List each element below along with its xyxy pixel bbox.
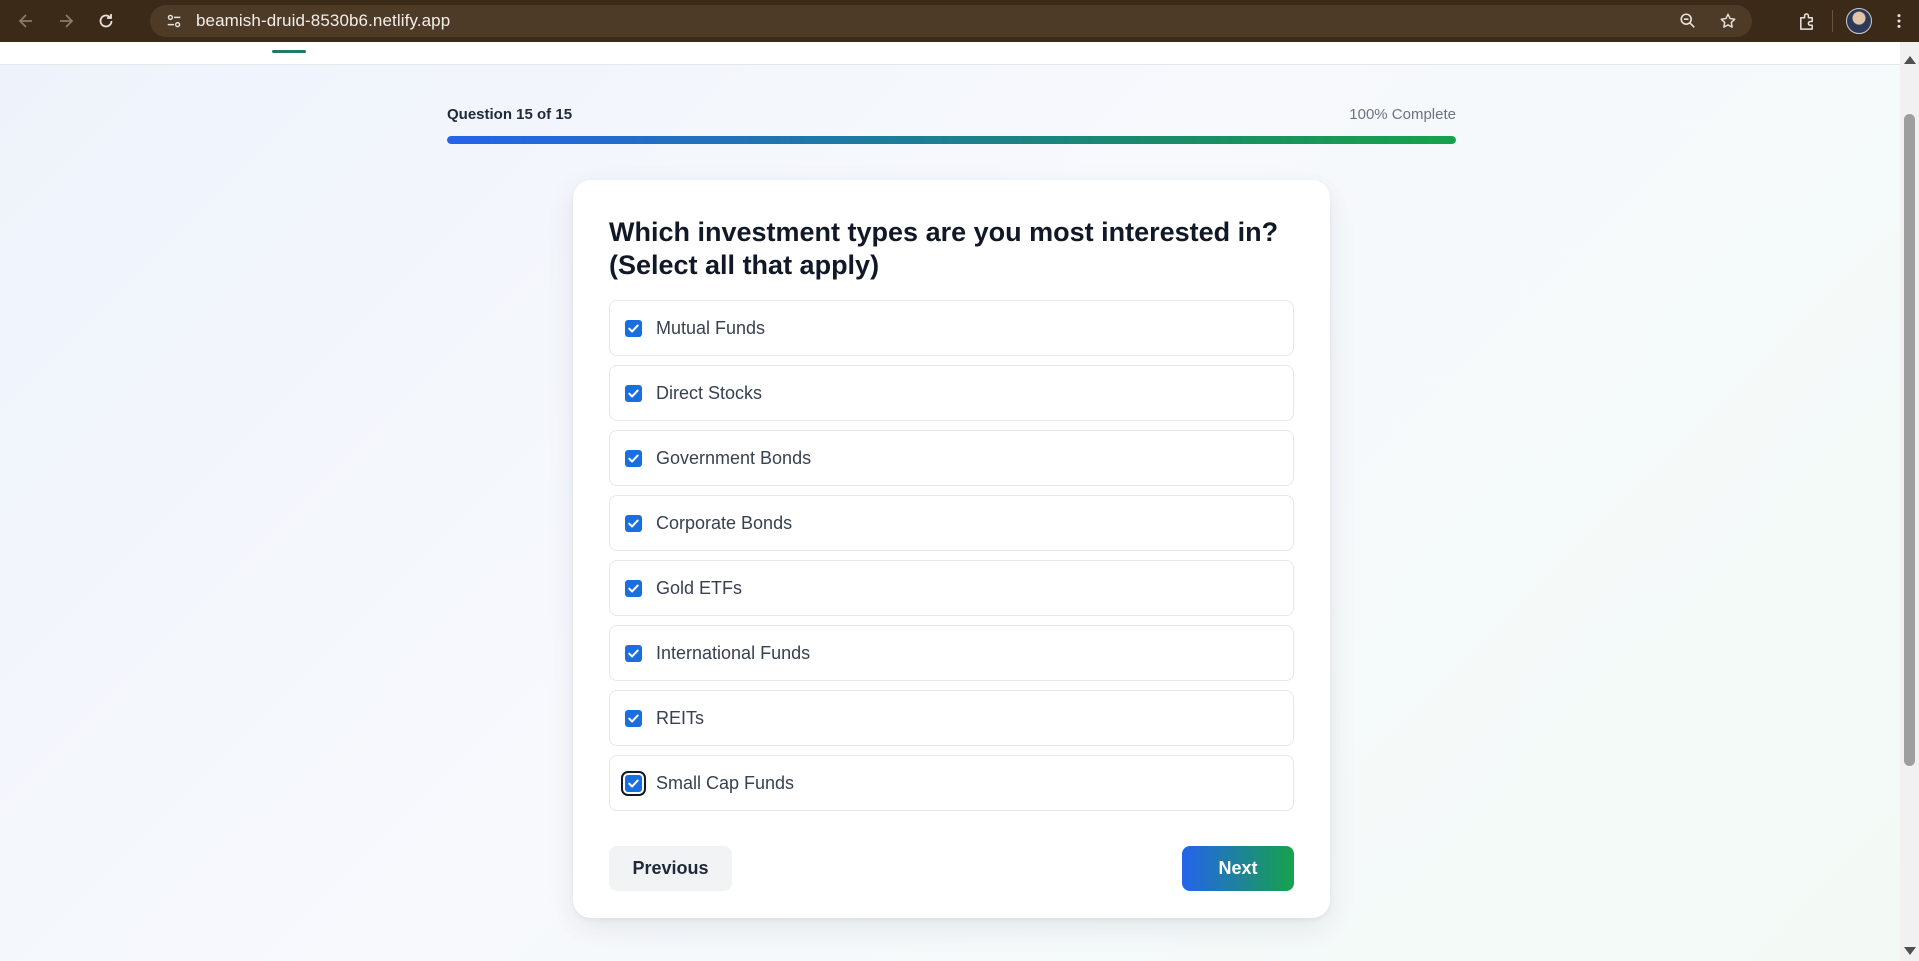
- quiz-progress: Question 15 of 15 100% Complete: [447, 104, 1456, 144]
- header-indicator: [272, 50, 306, 53]
- page-content: Question 15 of 15 100% Complete Which in…: [0, 42, 1900, 961]
- url-text: beamish-druid-8530b6.netlify.app: [196, 11, 451, 30]
- checkmark-icon: [628, 454, 639, 462]
- address-bar[interactable]: beamish-druid-8530b6.netlify.app: [150, 5, 1752, 37]
- options-list: Mutual Funds Direct Stocks Government Bond…: [609, 300, 1294, 820]
- option-row[interactable]: Government Bonds: [609, 430, 1294, 486]
- menu-button[interactable]: [1879, 0, 1919, 42]
- checkbox[interactable]: [625, 644, 642, 662]
- checkbox[interactable]: [621, 770, 646, 796]
- checkmark-icon: [628, 389, 639, 397]
- profile-avatar[interactable]: [1839, 0, 1879, 42]
- site-info-icon[interactable]: [156, 5, 192, 37]
- question-counter: Question 15 of 15: [447, 105, 573, 123]
- checkbox[interactable]: [625, 709, 642, 727]
- option-label: Direct Stocks: [656, 382, 763, 403]
- option-label: Gold ETFs: [656, 577, 743, 598]
- zoom-icon[interactable]: [1670, 5, 1706, 37]
- checkbox[interactable]: [625, 449, 642, 467]
- option-row[interactable]: International Funds: [609, 625, 1294, 681]
- scroll-down-arrow-icon[interactable]: [1904, 947, 1916, 955]
- forward-button[interactable]: [46, 0, 86, 42]
- site-header: [0, 42, 1900, 65]
- question-text: Which investment types are you most inte…: [609, 217, 1279, 280]
- browser-toolbar: beamish-druid-8530b6.netlify.app: [0, 0, 1919, 42]
- option-label: Corporate Bonds: [656, 512, 793, 533]
- option-row[interactable]: Mutual Funds: [609, 300, 1294, 356]
- progress-fill: [447, 136, 1456, 144]
- option-row[interactable]: Gold ETFs: [609, 560, 1294, 616]
- progress-track: [447, 136, 1456, 144]
- checkbox[interactable]: [625, 514, 642, 532]
- scroll-up-arrow-icon[interactable]: [1904, 56, 1916, 64]
- completion-label: 100% Complete: [1349, 105, 1456, 123]
- checkbox[interactable]: [625, 319, 642, 337]
- back-button[interactable]: [6, 0, 46, 42]
- checkmark-icon: [628, 584, 639, 592]
- arrow-left-icon: [18, 14, 32, 28]
- reload-button[interactable]: [86, 0, 126, 42]
- checkbox[interactable]: [625, 384, 642, 402]
- previous-button[interactable]: Previous: [609, 846, 732, 891]
- option-label: Small Cap Funds: [656, 772, 795, 793]
- page-scrollbar[interactable]: [1900, 42, 1919, 961]
- option-label: Mutual Funds: [656, 317, 766, 338]
- kebab-menu-icon: [1897, 14, 1901, 28]
- option-row[interactable]: Corporate Bonds: [609, 495, 1294, 551]
- option-row[interactable]: REITs: [609, 690, 1294, 746]
- checkmark-icon: [628, 324, 639, 332]
- arrow-right-icon: [60, 14, 74, 28]
- checkmark-icon: [628, 649, 639, 657]
- extensions-icon[interactable]: [1786, 0, 1826, 42]
- checkmark-icon: [628, 779, 639, 787]
- bookmark-star-icon[interactable]: [1710, 5, 1746, 37]
- option-label: REITs: [656, 707, 705, 728]
- reload-icon: [99, 14, 113, 28]
- next-button[interactable]: Next: [1182, 846, 1294, 891]
- toolbar-divider: [1832, 10, 1833, 32]
- checkbox[interactable]: [625, 579, 642, 597]
- scrollbar-thumb[interactable]: [1904, 114, 1915, 766]
- checkmark-icon: [628, 714, 639, 722]
- option-label: Government Bonds: [656, 447, 812, 468]
- question-card: Which investment types are you most inte…: [573, 180, 1330, 918]
- option-label: International Funds: [656, 642, 811, 663]
- avatar: [1846, 8, 1872, 34]
- option-row[interactable]: Small Cap Funds: [609, 755, 1294, 811]
- option-row[interactable]: Direct Stocks: [609, 365, 1294, 421]
- checkmark-icon: [628, 519, 639, 527]
